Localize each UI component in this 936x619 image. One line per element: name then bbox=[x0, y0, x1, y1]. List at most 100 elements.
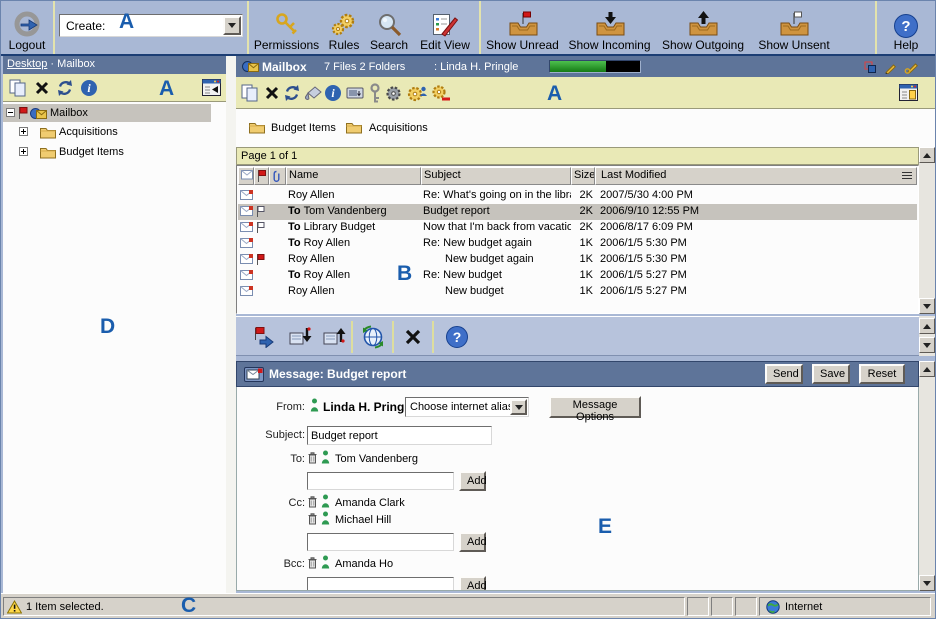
show-incoming-button[interactable]: Show Incoming bbox=[563, 3, 656, 52]
send-icon[interactable] bbox=[322, 326, 346, 351]
expand-expander-icon[interactable] bbox=[19, 147, 28, 156]
toolbar-separator bbox=[479, 1, 481, 54]
column-header-subject[interactable]: Subject bbox=[421, 167, 571, 185]
quota-bar bbox=[549, 60, 641, 73]
help-button[interactable]: ? Help bbox=[880, 3, 932, 52]
delete-icon[interactable] bbox=[404, 328, 422, 349]
add-bcc-button[interactable]: Add bbox=[459, 576, 486, 591]
mail-icon bbox=[238, 268, 254, 284]
copy-icon[interactable] bbox=[9, 79, 28, 100]
receive-icon[interactable] bbox=[288, 326, 312, 351]
edit-view-button[interactable]: Edit View bbox=[413, 3, 477, 52]
flag-column-icon[interactable] bbox=[254, 167, 269, 185]
info-icon[interactable]: i bbox=[325, 85, 341, 101]
tree-item-mailbox[interactable]: Mailbox bbox=[3, 104, 226, 122]
refresh-icon[interactable] bbox=[56, 79, 74, 100]
message-row[interactable]: Roy Allen Re: What's going on in the lib… bbox=[238, 188, 917, 204]
attachment-column-icon[interactable] bbox=[269, 167, 286, 185]
tree-item-label: Budget Items bbox=[59, 146, 124, 158]
show-outgoing-button[interactable]: Show Outgoing bbox=[656, 3, 750, 52]
trash-icon[interactable] bbox=[308, 557, 317, 572]
alias-dropdown-arrow[interactable] bbox=[510, 399, 527, 415]
message-row[interactable]: ToLibrary Budget Now that I'm back from … bbox=[238, 220, 917, 236]
create-dropdown-arrow[interactable] bbox=[223, 16, 241, 35]
refresh-icon[interactable] bbox=[283, 84, 301, 105]
permissions-button[interactable]: Permissions bbox=[250, 3, 323, 52]
collapse-expander-icon[interactable] bbox=[6, 108, 15, 117]
scroll-up-button[interactable] bbox=[919, 147, 935, 163]
search-button[interactable]: Search bbox=[365, 3, 413, 52]
cc-input[interactable] bbox=[307, 533, 454, 551]
import-icon[interactable] bbox=[346, 85, 365, 103]
tree-item-acquisitions[interactable]: Acquisitions bbox=[3, 123, 226, 141]
subject-input[interactable] bbox=[307, 426, 492, 445]
rules-button[interactable]: Rules bbox=[323, 3, 365, 52]
to-input[interactable] bbox=[307, 472, 454, 490]
pencil-icon[interactable] bbox=[884, 61, 897, 77]
help-icon[interactable]: ? bbox=[446, 326, 468, 348]
trash-icon[interactable] bbox=[308, 513, 317, 528]
collapse-pane-icon[interactable] bbox=[202, 79, 221, 99]
column-header-modified[interactable]: Last Modified bbox=[595, 167, 917, 185]
compose-scrollbar[interactable] bbox=[919, 361, 935, 591]
bcc-input[interactable] bbox=[307, 577, 454, 591]
splitter-scrollbar[interactable] bbox=[919, 316, 935, 356]
create-label: Create: bbox=[66, 19, 105, 33]
scroll-down-button[interactable] bbox=[919, 337, 935, 353]
logout-button[interactable]: Logout bbox=[3, 3, 51, 52]
send-button[interactable]: Send bbox=[765, 364, 803, 384]
mail-column-icon[interactable] bbox=[238, 167, 254, 185]
trash-icon[interactable] bbox=[308, 452, 317, 467]
column-menu-icon[interactable] bbox=[902, 175, 912, 176]
message-row[interactable]: ToRoy Allen Re: New budget again 1K 2006… bbox=[238, 236, 917, 252]
breadcrumb-acquisitions[interactable]: Acquisitions bbox=[369, 122, 428, 134]
to-prefix: To bbox=[288, 269, 301, 281]
add-to-button[interactable]: Add bbox=[459, 471, 486, 491]
breadcrumb-budget-items[interactable]: Budget Items bbox=[271, 122, 336, 134]
message-list-scrollbar[interactable] bbox=[919, 147, 935, 314]
column-header-name[interactable]: Name bbox=[286, 167, 421, 185]
delete-icon[interactable] bbox=[264, 85, 280, 104]
add-cc-button[interactable]: Add bbox=[459, 532, 486, 552]
show-unread-button[interactable]: Show Unread bbox=[482, 3, 563, 52]
reset-button[interactable]: Reset bbox=[859, 364, 905, 384]
save-button[interactable]: Save bbox=[812, 364, 850, 384]
create-dropdown[interactable]: Create: bbox=[59, 14, 243, 37]
annotation-a-create: A bbox=[119, 11, 134, 32]
file-folder-stats: 7 Files 2 Folders bbox=[324, 61, 405, 73]
breadcrumb-desktop-link[interactable]: Desktop bbox=[7, 58, 47, 70]
show-unsent-button[interactable]: Show Unsent bbox=[750, 3, 838, 52]
subject-label: Subject: bbox=[237, 429, 305, 441]
column-header-size[interactable]: Size bbox=[571, 167, 595, 185]
message-row[interactable]: Roy Allen New budget again 1K 2006/1/5 5… bbox=[238, 252, 917, 268]
internet-alias-select[interactable]: Choose internet alias: bbox=[405, 397, 529, 417]
reading-pane-icon[interactable] bbox=[899, 84, 918, 104]
gear-icon[interactable] bbox=[384, 84, 403, 106]
globe-sync-icon[interactable] bbox=[361, 325, 385, 352]
scroll-down-button[interactable] bbox=[919, 575, 935, 591]
scroll-up-button[interactable] bbox=[919, 361, 935, 377]
size-cell: 1K bbox=[571, 268, 595, 284]
message-options-button[interactable]: Message Options bbox=[549, 396, 641, 418]
flag-forward-icon[interactable] bbox=[252, 326, 276, 351]
expand-expander-icon[interactable] bbox=[19, 127, 28, 136]
from-label: From: bbox=[237, 401, 305, 413]
copy-icon[interactable] bbox=[241, 84, 260, 105]
message-row-selected[interactable]: ToTom Vandenberg Budget report 2K 2006/9… bbox=[238, 204, 917, 220]
message-row[interactable]: Roy Allen New budget 1K 2006/1/5 5:27 PM bbox=[238, 284, 917, 300]
layers-icon[interactable] bbox=[864, 61, 877, 77]
gear-remove-icon[interactable] bbox=[430, 84, 451, 106]
column-header-modified-label: Last Modified bbox=[601, 169, 666, 181]
message-row[interactable]: ToRoy Allen Re: New budget 1K 2006/1/5 5… bbox=[238, 268, 917, 284]
paint-icon[interactable] bbox=[303, 85, 323, 104]
pane-splitter[interactable] bbox=[226, 56, 236, 593]
scroll-up-button[interactable] bbox=[919, 318, 935, 334]
key-icon[interactable] bbox=[368, 83, 382, 107]
scroll-down-button[interactable] bbox=[919, 298, 935, 314]
tree-item-budget-items[interactable]: Budget Items bbox=[3, 143, 226, 161]
delete-icon[interactable] bbox=[34, 80, 50, 99]
trash-icon[interactable] bbox=[308, 496, 317, 511]
info-icon[interactable]: i bbox=[81, 80, 97, 96]
gears-user-icon[interactable] bbox=[406, 84, 428, 106]
pen-key-icon[interactable] bbox=[904, 61, 919, 77]
